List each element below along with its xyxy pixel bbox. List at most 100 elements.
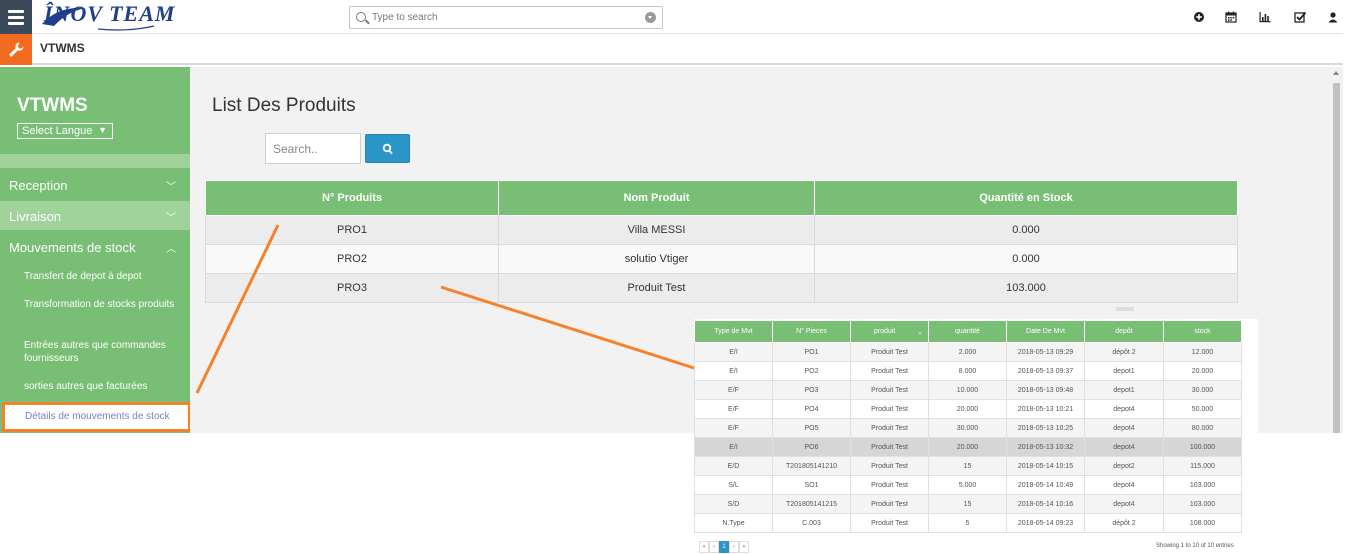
- table-row[interactable]: S/D T201805141215 Produit Test 15 2018-05-14…: [694, 494, 1242, 514]
- product-search-input[interactable]: [265, 133, 361, 164]
- table-cell: E/I: [694, 437, 773, 457]
- pagination: « ‹ 1 › »: [699, 541, 749, 553]
- table-cell: 50.000: [1163, 399, 1242, 419]
- table-cell: dépôt 2: [1084, 513, 1164, 533]
- table-row[interactable]: PRO1 Villa MESSI 0.000: [205, 215, 1238, 245]
- user-icon[interactable]: [1326, 10, 1340, 24]
- sidebar-subitem-details-mouvements[interactable]: Détails de mouvements de stock: [2, 402, 191, 432]
- plus-circle-icon[interactable]: [1192, 10, 1206, 24]
- pagination-last-button[interactable]: »: [739, 541, 749, 553]
- table-row[interactable]: E/I PO6 Produit Test 20.000 2018-05-13 10:32…: [694, 437, 1242, 457]
- pagination-next-button[interactable]: ›: [729, 541, 739, 553]
- table-cell: depot4: [1084, 437, 1164, 457]
- table-cell: 2018-05-14 10:15: [1006, 456, 1085, 476]
- column-header[interactable]: Date De Mvt: [1006, 320, 1085, 343]
- vertical-scrollbar[interactable]: [1330, 67, 1343, 433]
- column-header[interactable]: N° Produits: [205, 180, 499, 216]
- column-header[interactable]: N° Pieces: [772, 320, 851, 343]
- product-search-button[interactable]: [365, 134, 410, 163]
- sidebar-subitem-transformation[interactable]: Transformation de stocks produits: [24, 298, 184, 311]
- table-cell: PO1: [772, 342, 851, 362]
- table-cell: Villa MESSI: [498, 215, 815, 245]
- table-cell: 0.000: [814, 244, 1238, 274]
- language-select[interactable]: Select Langue ▼: [17, 123, 113, 139]
- sidebar-subitem-sorties[interactable]: sorties autres que facturées: [24, 380, 184, 393]
- language-select-label: Select Langue: [22, 125, 93, 137]
- table-row[interactable]: E/F PO3 Produit Test 10.000 2018-05-13 09:48…: [694, 380, 1242, 400]
- table-cell: Produit Test: [850, 342, 929, 362]
- sidebar-item-livraison[interactable]: Livraison ﹀: [0, 201, 190, 230]
- column-header[interactable]: Type de Mvt: [694, 320, 773, 343]
- search-dropdown-icon[interactable]: [645, 12, 656, 23]
- table-cell: E/I: [694, 342, 773, 362]
- wrench-button[interactable]: [0, 34, 32, 65]
- table-cell: Produit Test: [850, 513, 929, 533]
- scroll-up-arrow-icon[interactable]: [1333, 71, 1339, 75]
- table-cell: PO5: [772, 418, 851, 438]
- table-row[interactable]: PRO2 solutio Vtiger 0.000: [205, 244, 1238, 274]
- table-cell: depot2: [1084, 456, 1164, 476]
- table-cell: 115.000: [1163, 456, 1242, 476]
- table-cell: Produit Test: [850, 361, 929, 381]
- table-cell: depot4: [1084, 399, 1164, 419]
- table-cell: E/F: [694, 399, 773, 419]
- global-search-input[interactable]: [370, 9, 640, 26]
- table-header-row: N° Produits Nom Produit Quantité en Stoc…: [205, 180, 1238, 216]
- horizontal-scrollbar[interactable]: [1116, 307, 1134, 311]
- table-cell: PRO2: [205, 244, 499, 274]
- pagination-page-1[interactable]: 1: [719, 541, 729, 553]
- sidebar-item-mouvements-de-stock[interactable]: Mouvements de stock ︿: [0, 232, 190, 261]
- table-row[interactable]: PRO3 Produit Test 103.000: [205, 273, 1238, 303]
- hamburger-menu-button[interactable]: [0, 0, 32, 34]
- table-cell: 103.000: [814, 273, 1238, 303]
- table-row[interactable]: E/I PO1 Produit Test 2.000 2018-05-13 09:29 d…: [694, 342, 1242, 362]
- products-table: N° Produits Nom Produit Quantité en Stoc…: [205, 180, 1238, 303]
- chevron-down-icon: ⌄: [917, 328, 923, 336]
- checkbox-icon[interactable]: [1293, 10, 1307, 24]
- table-cell: 5.000: [928, 475, 1007, 495]
- table-cell: S/D: [694, 494, 773, 514]
- column-header[interactable]: stock: [1163, 320, 1242, 343]
- entries-count-text: Showing 1 to 10 of 10 entries: [1156, 543, 1234, 549]
- table-cell: 20.000: [928, 399, 1007, 419]
- table-cell: E/I: [694, 361, 773, 381]
- table-cell: depot4: [1084, 494, 1164, 514]
- pagination-first-button[interactable]: «: [699, 541, 709, 553]
- table-row[interactable]: E/F PO5 Produit Test 30.000 2018-05-13 10:25…: [694, 418, 1242, 438]
- table-cell: 2.000: [928, 342, 1007, 362]
- logo-text: ÎNOV TEAM: [44, 1, 176, 26]
- top-bar: ÎNOV TEAM: [0, 0, 1343, 34]
- table-cell: Produit Test: [850, 437, 929, 457]
- column-header[interactable]: Quantité en Stock: [814, 180, 1238, 216]
- table-cell: C.003: [772, 513, 851, 533]
- sidebar-subitem-transfert[interactable]: Transfert de depot à depot: [24, 270, 184, 283]
- table-cell: 2018-05-14 09:23: [1006, 513, 1085, 533]
- sidebar-item-reception[interactable]: Reception ﹀: [0, 170, 190, 199]
- table-cell: PO4: [772, 399, 851, 419]
- app-title-bar: VTWMS: [0, 34, 1343, 65]
- chevron-down-icon: ﹀: [166, 182, 176, 193]
- page-title: List Des Produits: [212, 95, 356, 116]
- table-cell: 15: [928, 456, 1007, 476]
- bar-chart-icon[interactable]: [1258, 10, 1272, 24]
- scrollbar-thumb[interactable]: [1333, 83, 1340, 433]
- calendar-icon[interactable]: [1224, 10, 1238, 24]
- table-row[interactable]: N.Type C.003 Produit Test 5 2018-05-14 09:23…: [694, 513, 1242, 533]
- table-row[interactable]: E/D T201805141210 Produit Test 15 2018-05-14…: [694, 456, 1242, 476]
- column-header[interactable]: produit ⌄: [850, 320, 929, 343]
- sidebar-item-label: Livraison: [9, 209, 62, 224]
- column-header[interactable]: quantité: [928, 320, 1007, 343]
- table-row[interactable]: S/L SO1 Produit Test 5.000 2018-05-14 10:49 d…: [694, 475, 1242, 495]
- table-cell: E/F: [694, 380, 773, 400]
- table-row[interactable]: E/F PO4 Produit Test 20.000 2018-05-13 10:21…: [694, 399, 1242, 419]
- column-header[interactable]: Nom Produit: [498, 180, 815, 216]
- global-search-box[interactable]: [349, 6, 663, 29]
- table-cell: S/L: [694, 475, 773, 495]
- pagination-prev-button[interactable]: ‹: [709, 541, 719, 553]
- column-header[interactable]: depôt: [1084, 320, 1164, 343]
- table-cell: 20.000: [928, 437, 1007, 457]
- table-cell: 15: [928, 494, 1007, 514]
- table-row[interactable]: E/I PO2 Produit Test 8.000 2018-05-13 09:37 d…: [694, 361, 1242, 381]
- sidebar-subitem-entrees[interactable]: Entrées autres que commandes fournisseur…: [24, 339, 184, 365]
- table-cell: PRO3: [205, 273, 499, 303]
